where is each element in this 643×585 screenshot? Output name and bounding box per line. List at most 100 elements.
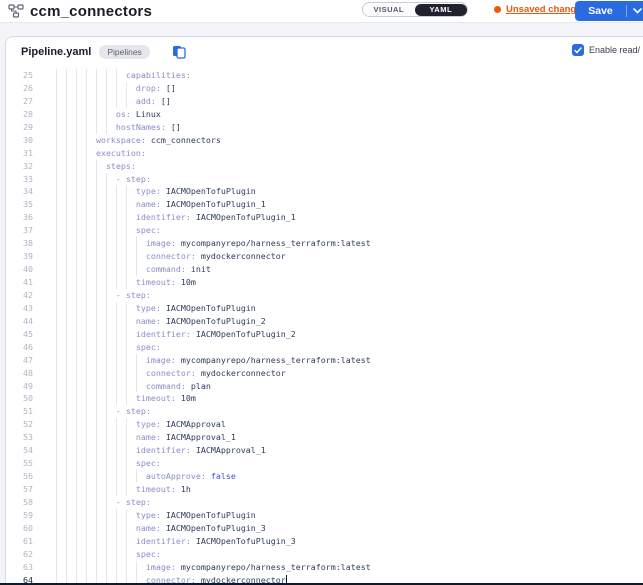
indent-guide bbox=[86, 82, 87, 95]
indent-guide bbox=[56, 69, 57, 82]
code-line-61[interactable]: 61 identifier: IACMOpenTofuPlugin_3 bbox=[6, 535, 643, 548]
code-line-32[interactable]: 32 steps: bbox=[6, 160, 643, 173]
line-number: 34 bbox=[6, 185, 36, 198]
save-button[interactable]: Save bbox=[575, 5, 626, 17]
code-line-45[interactable]: 45 identifier: IACMOpenTofuPlugin_2 bbox=[6, 328, 643, 341]
code-line-30[interactable]: 30 workspace: ccm_connectors bbox=[6, 134, 643, 147]
line-number: 41 bbox=[6, 276, 36, 289]
indent-guide bbox=[76, 289, 77, 302]
code-line-52[interactable]: 52 type: IACMApproval bbox=[6, 418, 643, 431]
code-line-25[interactable]: 25 capabilities: bbox=[6, 69, 643, 82]
code-line-42[interactable]: 42 - step: bbox=[6, 289, 643, 302]
yaml-editor-card: Pipeline.yaml Pipelines Enable read/ 25 … bbox=[5, 36, 643, 585]
indent-guide bbox=[106, 561, 107, 574]
indent-guide bbox=[86, 147, 87, 160]
code-line-38[interactable]: 38 image: mycompanyrepo/harness_terrafor… bbox=[6, 237, 643, 250]
indent-guide bbox=[126, 444, 127, 457]
indent-guide bbox=[116, 315, 117, 328]
indent-guide bbox=[56, 431, 57, 444]
copy-icon[interactable] bbox=[172, 45, 186, 59]
code-line-31[interactable]: 31 execution: bbox=[6, 147, 643, 160]
code-line-54[interactable]: 54 identifier: IACMApproval_1 bbox=[6, 444, 643, 457]
code-line-41[interactable]: 41 timeout: 10m bbox=[6, 276, 643, 289]
line-number: 30 bbox=[6, 134, 36, 147]
save-split-button[interactable]: Save bbox=[575, 1, 643, 21]
chevron-down-icon[interactable] bbox=[627, 8, 643, 14]
indent-guide bbox=[116, 224, 117, 237]
code-line-43[interactable]: 43 type: IACMOpenTofuPlugin bbox=[6, 302, 643, 315]
code-line-56[interactable]: 56 autoApprove: false bbox=[6, 470, 643, 483]
line-number: 35 bbox=[6, 198, 36, 211]
unsaved-changes-link[interactable]: Unsaved changes bbox=[494, 4, 587, 15]
code-line-50[interactable]: 50 timeout: 10m bbox=[6, 392, 643, 405]
indent-guide bbox=[66, 367, 67, 380]
indent-guide bbox=[96, 276, 97, 289]
indent-guide bbox=[66, 418, 67, 431]
toggle-visual[interactable]: VISUAL bbox=[363, 3, 415, 16]
indent-guide bbox=[66, 405, 67, 418]
code-line-53[interactable]: 53 name: IACMApproval_1 bbox=[6, 431, 643, 444]
code-line-48[interactable]: 48 connector: mydockerconnector bbox=[6, 367, 643, 380]
code-line-55[interactable]: 55 spec: bbox=[6, 457, 643, 470]
yaml-code-editor[interactable]: 25 capabilities:26 drop: []27 add: []28 … bbox=[6, 66, 643, 585]
code-text: connector: mydockerconnector bbox=[36, 367, 286, 380]
code-line-39[interactable]: 39 connector: mydockerconnector bbox=[6, 250, 643, 263]
code-line-59[interactable]: 59 type: IACMOpenTofuPlugin bbox=[6, 509, 643, 522]
code-line-36[interactable]: 36 identifier: IACMOpenTofuPlugin_1 bbox=[6, 211, 643, 224]
toggle-yaml[interactable]: YAML bbox=[415, 4, 467, 16]
code-line-60[interactable]: 60 name: IACMOpenTofuPlugin_3 bbox=[6, 522, 643, 535]
code-line-33[interactable]: 33 - step: bbox=[6, 173, 643, 186]
code-line-40[interactable]: 40 command: init bbox=[6, 263, 643, 276]
indent-guide bbox=[56, 185, 57, 198]
indent-guide bbox=[56, 522, 57, 535]
indent-guide bbox=[66, 134, 67, 147]
visual-yaml-toggle[interactable]: VISUAL YAML bbox=[362, 2, 468, 17]
code-line-49[interactable]: 49 command: plan bbox=[6, 380, 643, 393]
indent-guide bbox=[86, 250, 87, 263]
checkbox-checked-icon[interactable] bbox=[572, 44, 584, 56]
code-line-58[interactable]: 58 - step: bbox=[6, 496, 643, 509]
code-line-37[interactable]: 37 spec: bbox=[6, 224, 643, 237]
indent-guide bbox=[116, 367, 117, 380]
indent-guide bbox=[86, 69, 87, 82]
line-number: 54 bbox=[6, 444, 36, 457]
indent-guide bbox=[66, 392, 67, 405]
indent-guide bbox=[86, 392, 87, 405]
indent-guide bbox=[86, 173, 87, 186]
indent-guide bbox=[106, 302, 107, 315]
code-line-35[interactable]: 35 name: IACMOpenTofuPlugin_1 bbox=[6, 198, 643, 211]
code-line-62[interactable]: 62 spec: bbox=[6, 548, 643, 561]
line-number: 47 bbox=[6, 354, 36, 367]
indent-guide bbox=[106, 185, 107, 198]
code-line-47[interactable]: 47 image: mycompanyrepo/harness_terrafor… bbox=[6, 354, 643, 367]
indent-guide bbox=[66, 561, 67, 574]
code-line-28[interactable]: 28 os: Linux bbox=[6, 108, 643, 121]
line-number: 45 bbox=[6, 328, 36, 341]
code-line-46[interactable]: 46 spec: bbox=[6, 341, 643, 354]
unsaved-dot-icon bbox=[494, 6, 501, 13]
indent-guide bbox=[96, 95, 97, 108]
line-number: 60 bbox=[6, 522, 36, 535]
indent-guide bbox=[56, 302, 57, 315]
indent-guide bbox=[116, 82, 117, 95]
code-line-27[interactable]: 27 add: [] bbox=[6, 95, 643, 108]
indent-guide bbox=[86, 95, 87, 108]
indent-guide bbox=[56, 95, 57, 108]
indent-guide bbox=[116, 250, 117, 263]
code-line-44[interactable]: 44 name: IACMOpenTofuPlugin_2 bbox=[6, 315, 643, 328]
code-line-34[interactable]: 34 type: IACMOpenTofuPlugin bbox=[6, 185, 643, 198]
indent-guide bbox=[76, 418, 77, 431]
indent-guide bbox=[76, 535, 77, 548]
code-line-51[interactable]: 51 - step: bbox=[6, 405, 643, 418]
indent-guide bbox=[126, 315, 127, 328]
indent-guide bbox=[126, 392, 127, 405]
indent-guide bbox=[116, 276, 117, 289]
indent-guide bbox=[86, 263, 87, 276]
indent-guide bbox=[66, 431, 67, 444]
code-line-29[interactable]: 29 hostNames: [] bbox=[6, 121, 643, 134]
code-line-57[interactable]: 57 timeout: 1h bbox=[6, 483, 643, 496]
code-line-63[interactable]: 63 image: mycompanyrepo/harness_terrafor… bbox=[6, 561, 643, 574]
code-text: timeout: 1h bbox=[36, 483, 191, 496]
enable-read-toggle[interactable]: Enable read/ bbox=[572, 44, 640, 56]
code-line-26[interactable]: 26 drop: [] bbox=[6, 82, 643, 95]
